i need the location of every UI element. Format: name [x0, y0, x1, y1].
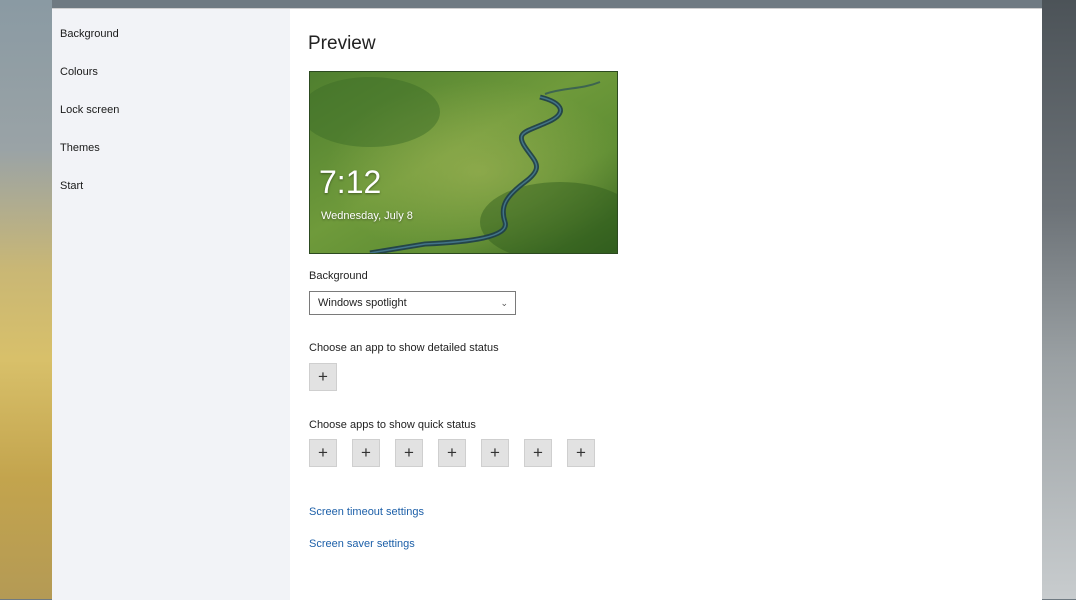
lock-screen-preview: 7:12 Wednesday, July 8	[309, 71, 618, 254]
sidebar-item-start[interactable]: Start	[52, 167, 290, 205]
sidebar-item-lock-screen[interactable]: Lock screen	[52, 91, 290, 129]
sidebar-item-background[interactable]: Background	[52, 15, 290, 53]
detailed-status-label: Choose an app to show detailed status	[309, 342, 499, 354]
add-quick-status-app-button-5[interactable]: +	[481, 439, 509, 467]
desktop-wallpaper-left	[0, 0, 52, 599]
add-quick-status-app-button-7[interactable]: +	[567, 439, 595, 467]
screen-timeout-settings-link[interactable]: Screen timeout settings	[309, 506, 424, 518]
background-label: Background	[309, 270, 368, 282]
preview-time: 7:12	[319, 164, 382, 200]
sidebar: Background Colours Lock screen Themes St…	[52, 9, 290, 600]
preview-landscape-image	[310, 72, 617, 253]
add-detailed-status-app-button[interactable]: +	[309, 363, 337, 391]
settings-window: Background Colours Lock screen Themes St…	[52, 8, 1042, 600]
quick-status-label: Choose apps to show quick status	[309, 419, 476, 431]
page-title: Preview	[308, 33, 376, 54]
background-dropdown[interactable]: Windows spotlight ⌄	[309, 291, 516, 315]
add-quick-status-app-button-6[interactable]: +	[524, 439, 552, 467]
main-content: Preview 7:12 Wednesday, July 8 Backgroun…	[308, 9, 1042, 600]
preview-date: Wednesday, July 8	[321, 210, 413, 222]
screen-saver-settings-link[interactable]: Screen saver settings	[309, 538, 415, 550]
add-quick-status-app-button-3[interactable]: +	[395, 439, 423, 467]
chevron-down-icon: ⌄	[500, 298, 508, 308]
background-dropdown-value: Windows spotlight	[318, 297, 407, 309]
add-quick-status-app-button-2[interactable]: +	[352, 439, 380, 467]
add-quick-status-app-button-1[interactable]: +	[309, 439, 337, 467]
add-quick-status-app-button-4[interactable]: +	[438, 439, 466, 467]
sidebar-item-themes[interactable]: Themes	[52, 129, 290, 167]
desktop-wallpaper-right	[1042, 0, 1076, 599]
sidebar-item-colours[interactable]: Colours	[52, 53, 290, 91]
